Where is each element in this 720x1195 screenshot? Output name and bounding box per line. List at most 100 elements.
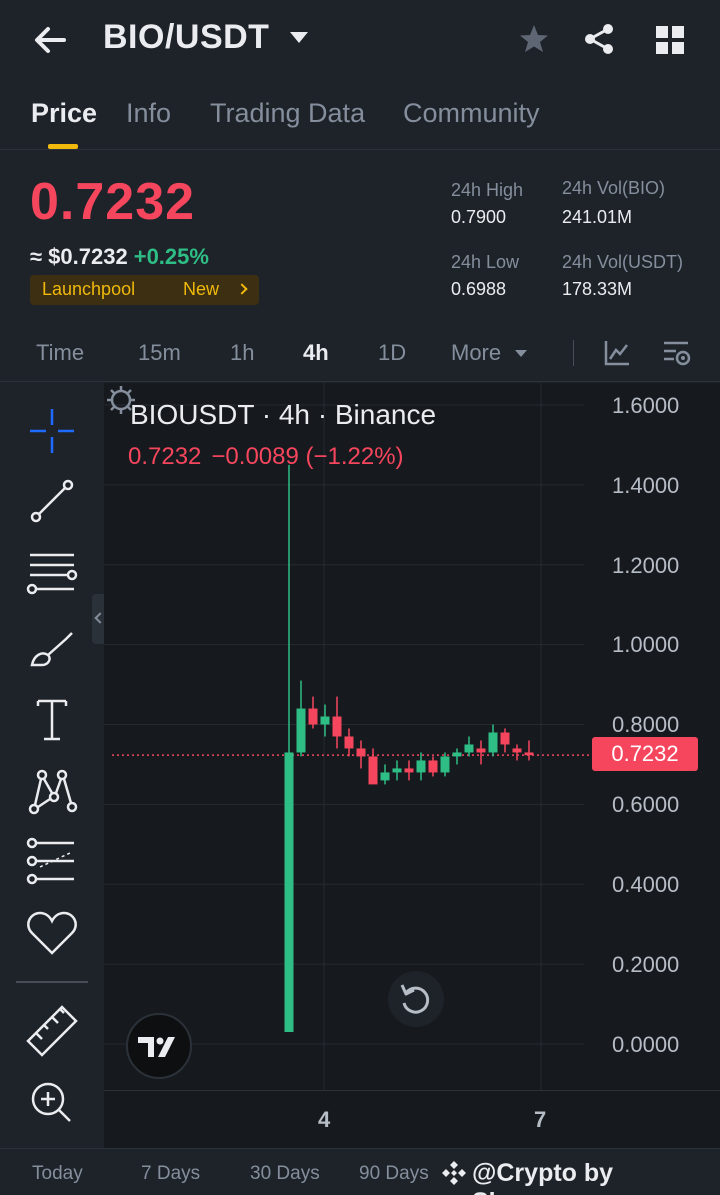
candle-body <box>404 768 414 773</box>
back-arrow-icon[interactable] <box>32 22 68 58</box>
candle-body <box>524 752 534 756</box>
candle-body <box>368 756 378 785</box>
range-90-days[interactable]: 90 Days <box>359 1163 429 1185</box>
vol-base-value: 241.01M <box>562 207 633 227</box>
candle-body <box>500 732 510 745</box>
active-tab-indicator <box>48 144 78 149</box>
range-30-days[interactable]: 30 Days <box>250 1163 320 1185</box>
high-label: 24h High <box>451 180 524 200</box>
crosshair-icon[interactable] <box>22 401 82 461</box>
price-change: +0.25% <box>133 244 209 269</box>
candle-body <box>452 752 462 757</box>
low-value: 0.6988 <box>451 279 507 299</box>
interval-more[interactable]: More <box>451 340 501 366</box>
tab-community[interactable]: Community <box>403 98 540 129</box>
launchpool-badge[interactable]: Launchpool New <box>30 275 259 305</box>
y-tick-label: 0.0000 <box>612 1032 680 1057</box>
range-7-days[interactable]: 7 Days <box>141 1163 200 1185</box>
fib-retracement-icon[interactable] <box>22 543 82 603</box>
vol-quote-label: 24h Vol(USDT) <box>562 252 684 272</box>
prediction-tool-icon[interactable] <box>22 831 82 891</box>
ruler-icon[interactable] <box>22 1001 82 1061</box>
y-tick-label: 1.0000 <box>612 632 680 657</box>
interval-15m[interactable]: 15m <box>138 340 181 366</box>
ohlc-change: −0.0089 (−1.22%) <box>211 443 404 470</box>
candle-body <box>296 708 306 753</box>
new-tag: New <box>183 279 220 299</box>
x-tick-label: 4 <box>318 1107 331 1132</box>
tab-trading-data[interactable]: Trading Data <box>210 98 365 129</box>
range-today[interactable]: Today <box>32 1163 83 1185</box>
pattern-tool-icon[interactable] <box>22 761 82 821</box>
candle-body <box>476 748 486 753</box>
candle-body <box>416 760 426 773</box>
vol-quote-value: 178.33M <box>562 279 633 299</box>
drawing-toolbar <box>0 383 104 1148</box>
candle-body <box>308 708 318 725</box>
tab-info[interactable]: Info <box>126 98 171 129</box>
x-axis-line <box>104 1090 720 1091</box>
y-tick-label: 0.2000 <box>612 952 680 977</box>
price-chart[interactable]: BIOUSDT · 4h · Binance 0.7232 −0.0089 (−1… <box>104 383 720 1148</box>
y-tick-label: 0.8000 <box>612 712 680 737</box>
pair-dropdown-icon[interactable] <box>290 32 308 43</box>
chevron-right-icon <box>236 283 248 295</box>
ohlc-readout: 0.7232 −0.0089 (−1.22%) <box>128 443 404 471</box>
candle-body <box>392 768 402 773</box>
rotate-reset-icon <box>400 984 430 1014</box>
interval-divider <box>573 340 574 366</box>
tab-price[interactable]: Price <box>31 98 97 129</box>
candle-body <box>320 716 330 725</box>
share-icon[interactable] <box>582 22 616 56</box>
top-bar: BIO/USDT <box>0 0 720 80</box>
zoom-in-icon[interactable] <box>22 1073 82 1133</box>
star-icon[interactable] <box>517 22 551 56</box>
launchpool-label: Launchpool <box>42 279 136 299</box>
y-tick-label: 0.6000 <box>612 792 680 817</box>
usd-price: ≈ $0.7232 <box>30 244 128 269</box>
interval-1d[interactable]: 1D <box>378 340 406 366</box>
candle-body <box>464 744 474 753</box>
favorites-heart-icon[interactable] <box>22 903 82 963</box>
watermark-text: @Crypto by Shameer <box>472 1159 614 1195</box>
toolbar-divider <box>16 981 88 983</box>
indicator-icon[interactable] <box>602 338 632 368</box>
candle-body <box>332 716 342 737</box>
candle-body <box>284 752 294 1033</box>
interval-1h[interactable]: 1h <box>230 340 254 366</box>
usd-price-line: ≈ $0.7232 +0.25% <box>30 244 209 270</box>
candle-body <box>440 756 450 773</box>
y-tick-label: 0.4000 <box>612 872 680 897</box>
range-bar: Today 7 Days 30 Days 90 Days @Crypto by … <box>0 1148 720 1195</box>
trend-line-icon[interactable] <box>22 471 82 531</box>
candle-body <box>488 732 498 753</box>
tradingview-logo[interactable] <box>126 1013 192 1079</box>
candle-body <box>512 748 522 753</box>
pair-title[interactable]: BIO/USDT <box>103 18 269 57</box>
low-label: 24h Low <box>451 252 520 272</box>
section-tabs: Price Info Trading Data Community <box>0 88 720 150</box>
last-price: 0.7232 <box>30 173 196 231</box>
candle-body <box>428 760 438 773</box>
interval-4h[interactable]: 4h <box>303 340 329 366</box>
candle-body <box>356 748 366 757</box>
last-price-tag: 0.7232 <box>592 737 698 771</box>
text-tool-icon[interactable] <box>22 689 82 749</box>
brush-icon[interactable] <box>22 619 82 679</box>
vol-base-label: 24h Vol(BIO) <box>562 178 666 198</box>
ohlc-last-price: 0.7232 <box>128 443 202 470</box>
binance-logo-icon <box>442 1161 466 1185</box>
candle-body <box>344 736 354 749</box>
candle-body <box>380 772 390 781</box>
reset-chart-button[interactable] <box>388 971 444 1027</box>
interval-time[interactable]: Time <box>36 340 84 366</box>
interval-bar: Time 15m 1h 4h 1D More <box>0 326 720 382</box>
grid-icon[interactable] <box>654 22 688 56</box>
y-tick-label: 1.2000 <box>612 553 680 578</box>
chart-settings-icon[interactable] <box>662 338 692 368</box>
gear-icon[interactable] <box>104 383 138 417</box>
more-dropdown-icon[interactable] <box>515 350 527 357</box>
x-tick-label: 7 <box>534 1107 547 1132</box>
high-value: 0.7900 <box>451 207 507 227</box>
chart-title: BIOUSDT · 4h · Binance <box>130 399 437 430</box>
